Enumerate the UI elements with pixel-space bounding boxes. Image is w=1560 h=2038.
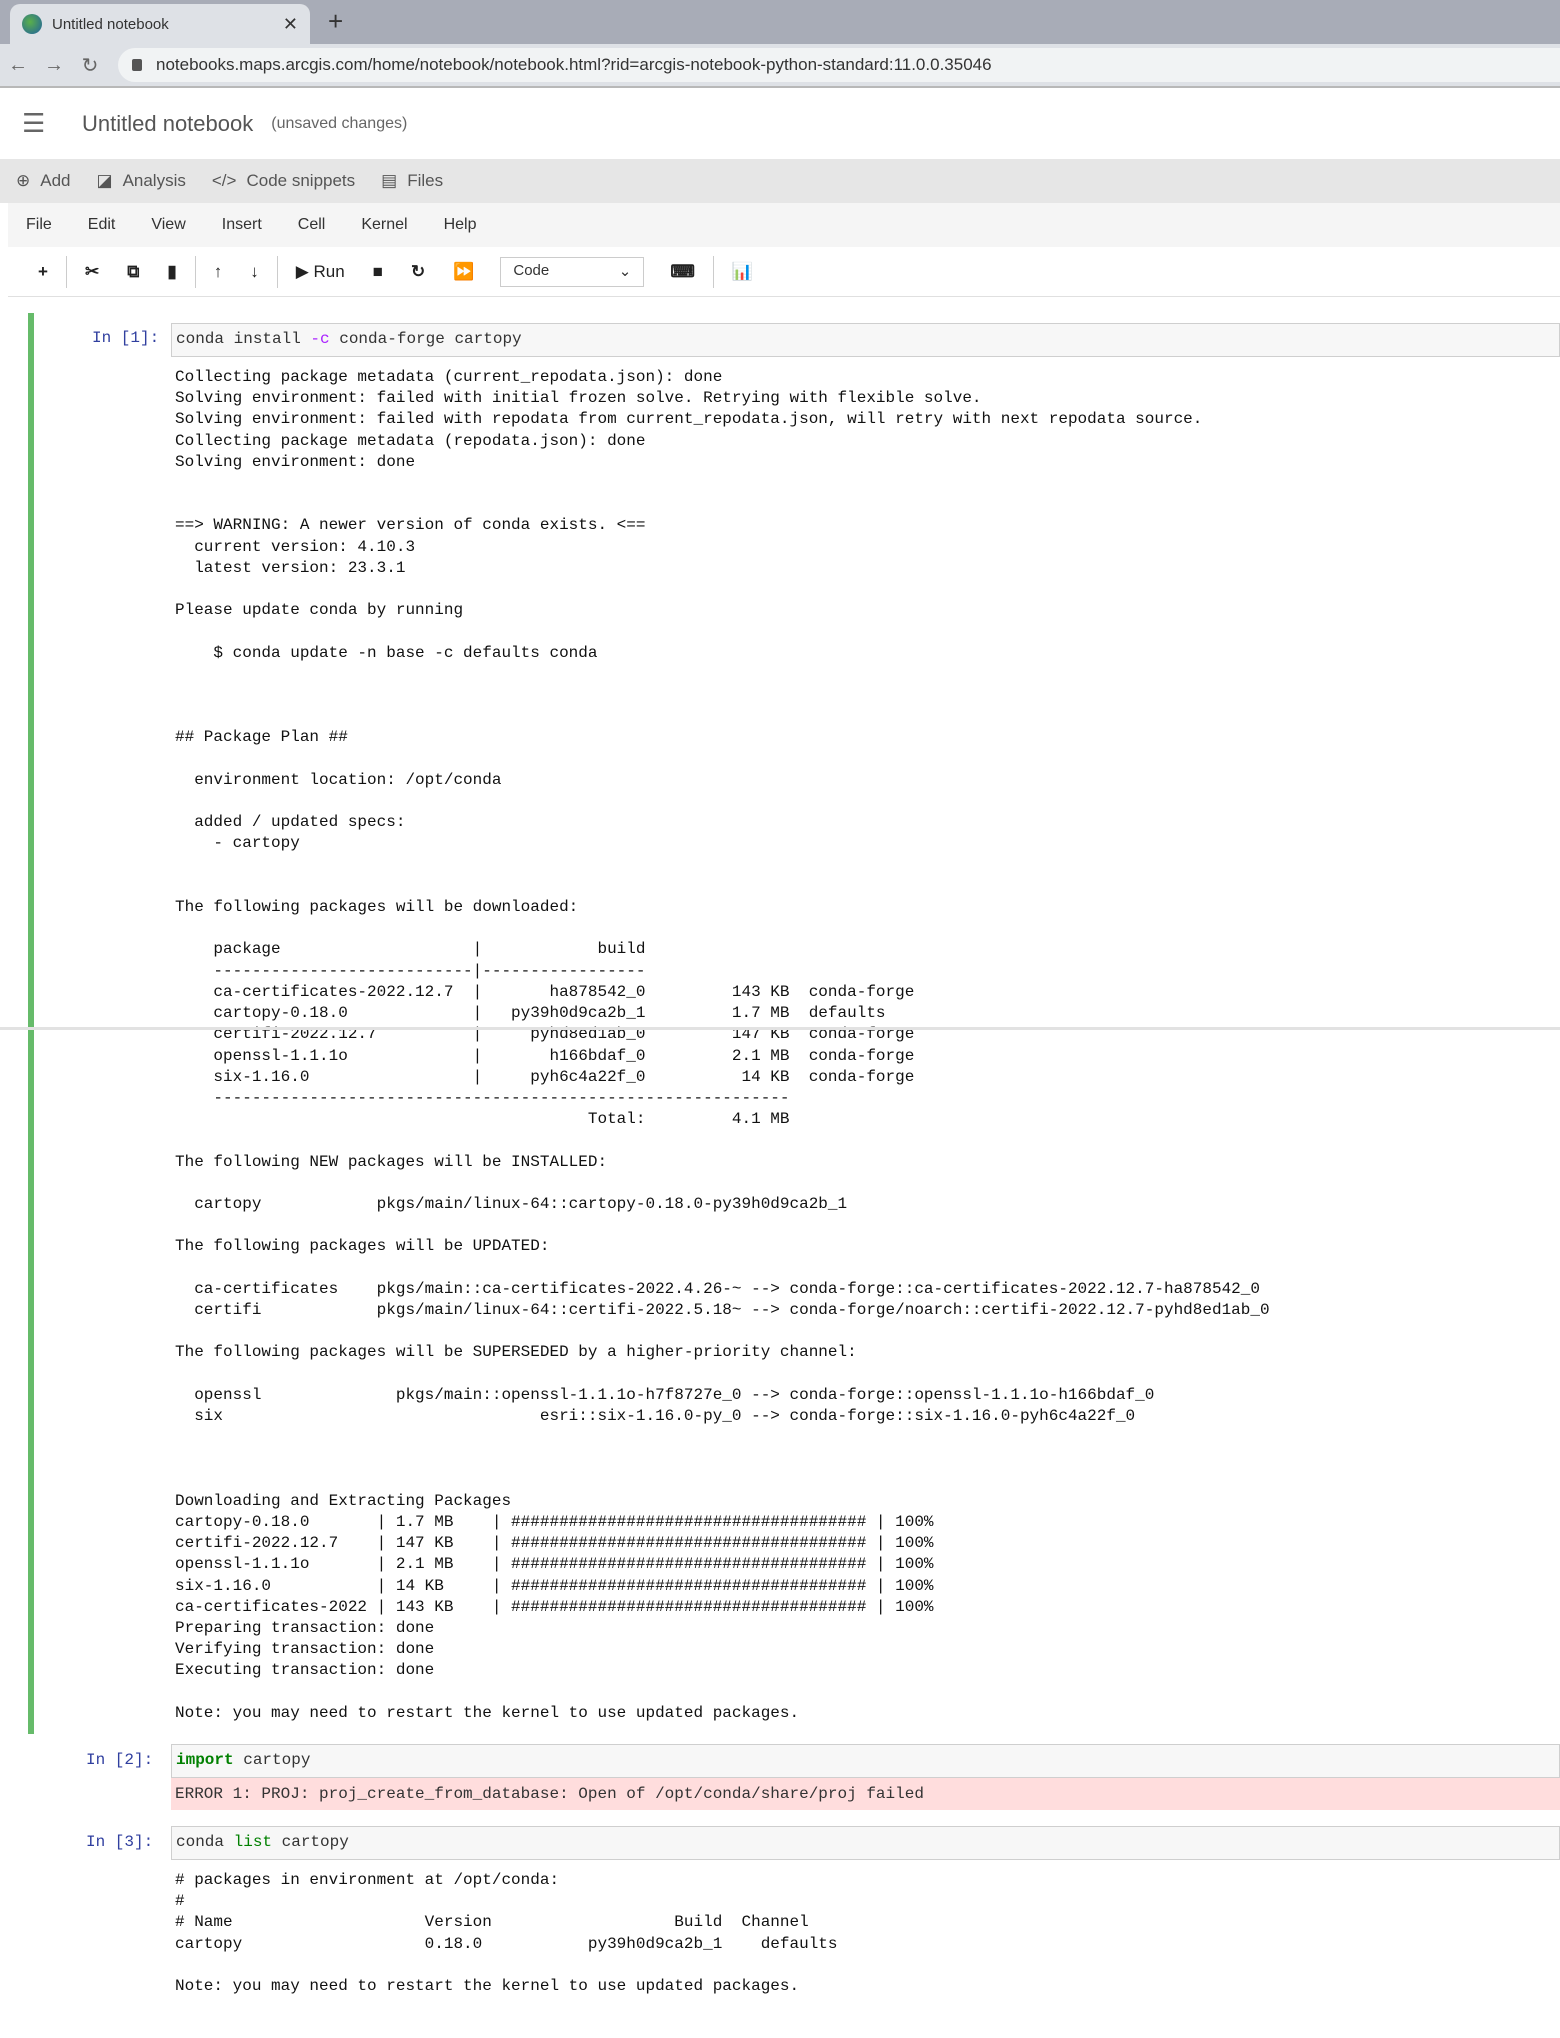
code-token: conda — [176, 1833, 234, 1851]
browser-tab-bar: Untitled notebook ✕ + — [0, 0, 1560, 44]
code-cell-2[interactable]: In [2]: import cartopy ERROR 1: PROJ: pr… — [28, 1744, 1560, 1810]
cell-prompt: In [1]: — [92, 329, 160, 347]
stop-icon[interactable]: ■ — [359, 262, 397, 282]
notebook-toolbar: + ✂ ⧉ ▮ ↑ ↓ ▶ Run ■ ↻ ⏩ Code ⌄ ⌨ 📊 — [8, 247, 1560, 297]
run-all-icon[interactable]: ⏩ — [439, 262, 488, 282]
forward-icon[interactable]: → — [36, 54, 72, 77]
save-status: (unsaved changes) — [271, 114, 408, 132]
cell-output: # packages in environment at /opt/conda:… — [175, 1871, 838, 1996]
reload-icon[interactable]: ↻ — [72, 53, 108, 78]
code-snippets-button[interactable]: </> Code snippets — [212, 171, 355, 191]
files-label: Files — [407, 171, 444, 190]
cut-icon[interactable]: ✂ — [71, 262, 113, 282]
address-row: ← → ↻ notebooks.maps.arcgis.com/home/not… — [0, 44, 1560, 88]
back-icon[interactable]: ← — [0, 54, 36, 77]
menu-bar: File Edit View Insert Cell Kernel Help — [8, 203, 1560, 247]
url-text: notebooks.maps.arcgis.com/home/notebook/… — [156, 55, 992, 74]
code-token: cartopy — [272, 1833, 349, 1851]
restart-icon[interactable]: ↻ — [397, 262, 439, 282]
cell-output: Collecting package metadata (current_rep… — [175, 368, 1270, 1722]
cell-type-value: Code — [513, 261, 550, 279]
menu-file[interactable]: File — [26, 216, 52, 234]
url-bar[interactable]: notebooks.maps.arcgis.com/home/notebook/… — [118, 48, 1560, 82]
code-token: cartopy — [233, 1751, 311, 1769]
copy-icon[interactable]: ⧉ — [113, 262, 153, 282]
plus-circle-icon: ⊕ — [16, 171, 31, 190]
new-tab-button[interactable]: + — [328, 6, 343, 37]
notebook-title[interactable]: Untitled notebook — [82, 111, 253, 137]
tab-title: Untitled notebook — [52, 15, 169, 33]
add-label: Add — [40, 171, 71, 190]
browser-tab[interactable]: Untitled notebook ✕ — [10, 4, 310, 44]
divider — [712, 255, 714, 288]
move-up-icon[interactable]: ↑ — [200, 262, 237, 282]
file-icon: ▤ — [381, 171, 398, 190]
snippets-label: Code snippets — [246, 171, 356, 190]
chart-icon[interactable]: 📊 — [718, 262, 767, 282]
cell-prompt: In [3]: — [86, 1833, 154, 1851]
add-button[interactable]: ⊕ Add — [16, 171, 71, 191]
divider — [0, 1027, 1560, 1030]
code-token: conda install — [176, 330, 311, 348]
code-cell-3[interactable]: In [3]: conda list cartopy # packages in… — [28, 1826, 1560, 1997]
code-token: -c — [310, 330, 330, 348]
menu-cell[interactable]: Cell — [298, 216, 326, 234]
code-token: list — [233, 1833, 273, 1851]
divider — [276, 255, 278, 288]
menu-kernel[interactable]: Kernel — [361, 216, 407, 234]
notebook-header: ☰ Untitled notebook (unsaved changes) — [0, 88, 1560, 159]
files-button[interactable]: ▤ Files — [381, 171, 443, 191]
code-token: conda-forge cartopy — [329, 330, 522, 348]
analysis-label: Analysis — [122, 171, 186, 190]
code-token: import — [176, 1751, 234, 1769]
analysis-button[interactable]: ◪ Analysis — [97, 171, 186, 191]
insert-cell-icon[interactable]: + — [24, 262, 62, 282]
chevron-down-icon: ⌄ — [618, 262, 632, 280]
divider — [65, 255, 67, 288]
analysis-icon: ◪ — [96, 171, 113, 190]
run-button[interactable]: ▶ Run — [282, 262, 359, 282]
cell-type-select[interactable]: Code ⌄ — [500, 256, 645, 287]
keyboard-icon[interactable]: ⌨ — [656, 262, 709, 282]
divider — [194, 255, 196, 288]
cell-input[interactable]: import cartopy — [171, 1744, 1560, 1778]
code-cell-1[interactable]: In [1]: conda install -c conda-forge car… — [28, 313, 1560, 1734]
cell-input[interactable]: conda list cartopy — [171, 1826, 1560, 1860]
menu-edit[interactable]: Edit — [88, 216, 116, 234]
menu-help[interactable]: Help — [444, 216, 477, 234]
globe-icon — [22, 14, 42, 34]
menu-insert[interactable]: Insert — [222, 216, 262, 234]
arcgis-toolbar: ⊕ Add ◪ Analysis </> Code snippets ▤ Files — [0, 159, 1560, 203]
code-icon: </> — [211, 171, 237, 190]
move-down-icon[interactable]: ↓ — [236, 262, 273, 282]
run-label: Run — [313, 261, 345, 281]
close-tab-icon[interactable]: ✕ — [283, 14, 298, 35]
lock-icon — [132, 59, 142, 71]
cell-input[interactable]: conda install -c conda-forge cartopy — [171, 323, 1560, 357]
menu-view[interactable]: View — [151, 216, 185, 234]
paste-icon[interactable]: ▮ — [153, 262, 190, 282]
cell-prompt: In [2]: — [86, 1751, 154, 1769]
error-output: ERROR 1: PROJ: proj_create_from_database… — [171, 1778, 1560, 1810]
hamburger-menu-icon[interactable]: ☰ — [22, 108, 82, 139]
